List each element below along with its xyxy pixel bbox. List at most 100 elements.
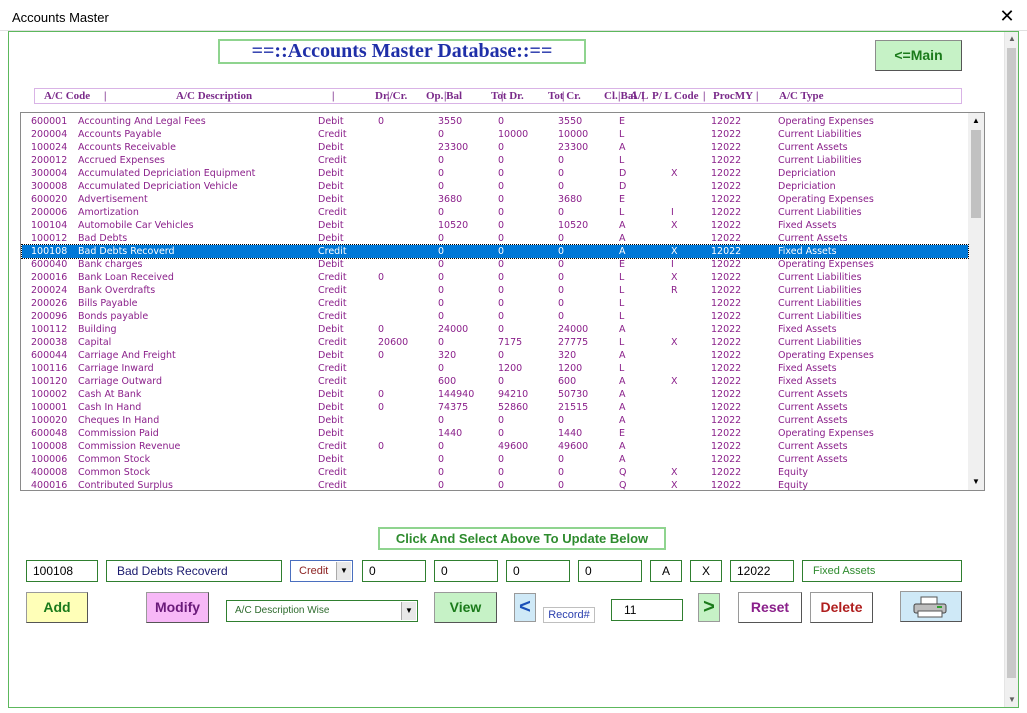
- pl-field[interactable]: X: [690, 560, 722, 582]
- table-row[interactable]: 400016 Contributed Surplus Credit 0 0 0 Q X 1202…: [22, 479, 968, 491]
- table-row[interactable]: 200038 Capital Credit 20600 0 7175 27775 L X 1202…: [22, 336, 968, 349]
- table-row[interactable]: 400008 Common Stock Credit 0 0 0 Q X 12022 Equity: [22, 466, 968, 479]
- list-scrollbar[interactable]: ▲ ▼: [968, 113, 984, 490]
- table-row[interactable]: 300004 Accumulated Depriciation Equipment…: [22, 167, 968, 180]
- column-header: A/C Description: [176, 90, 253, 102]
- row-tot-dr: 144940: [438, 389, 475, 400]
- table-row[interactable]: 100108 Bad Debts Recoverd Credit 0 0 0 A X 12022…: [21, 244, 969, 259]
- row-tot-cr: 0: [498, 376, 505, 387]
- table-row[interactable]: 600044 Carriage And Freight Debit 0 320 0 320 A…: [22, 349, 968, 362]
- row-description: Bad Debts: [78, 233, 128, 244]
- table-row[interactable]: 200026 Bills Payable Credit 0 0 0 L 12022 Curren…: [22, 297, 968, 310]
- row-tot-cr: 0: [498, 116, 505, 127]
- row-tot-dr: 74375: [438, 402, 469, 413]
- ac-type-field[interactable]: Fixed Assets: [802, 560, 962, 582]
- row-al: A: [619, 246, 626, 257]
- drcr-select[interactable]: Credit ▼: [290, 560, 353, 582]
- table-row[interactable]: 100001 Cash In Hand Debit 0 74375 52860 21515 A…: [22, 401, 968, 414]
- row-description: Accumulated Depriciation Vehicle: [78, 181, 238, 192]
- row-op-bal: 0: [378, 350, 385, 361]
- delete-button[interactable]: Delete: [810, 592, 873, 623]
- table-row[interactable]: 200096 Bonds payable Credit 0 0 0 L 12022 Curren…: [22, 310, 968, 323]
- table-row[interactable]: 100116 Carriage Inward Credit 0 1200 1200 L 120…: [22, 362, 968, 375]
- row-procmy: 12022: [711, 142, 742, 153]
- sort-select[interactable]: A/C Description Wise ▼: [226, 600, 418, 622]
- table-row[interactable]: 100104 Automobile Car Vehicles Debit 10520 0…: [22, 219, 968, 232]
- row-drcr: Debit: [318, 389, 344, 400]
- code-field[interactable]: 100108: [26, 560, 98, 582]
- row-cl-bal: 600: [558, 376, 577, 387]
- row-al: L: [619, 298, 625, 309]
- reset-button[interactable]: Reset: [738, 592, 802, 623]
- row-pl: X: [671, 480, 678, 491]
- column-separator: |: [756, 90, 759, 102]
- table-row[interactable]: 300008 Accumulated Depriciation Vehicle De…: [22, 180, 968, 193]
- add-button[interactable]: Add: [26, 592, 88, 623]
- column-separator: |: [501, 90, 504, 102]
- row-code: 400008: [31, 467, 68, 478]
- row-tot-cr: 0: [498, 350, 505, 361]
- view-button[interactable]: View: [434, 592, 497, 623]
- row-type: Current Liabilities: [778, 298, 862, 309]
- tot-cr-field[interactable]: 0: [506, 560, 570, 582]
- list-scroll-thumb[interactable]: [971, 130, 981, 218]
- table-row[interactable]: 200012 Accrued Expenses Credit 0 0 0 L 12022 Cur…: [22, 154, 968, 167]
- op-bal-field[interactable]: 0: [362, 560, 426, 582]
- row-procmy: 12022: [711, 285, 742, 296]
- scroll-down-icon[interactable]: ▼: [1005, 693, 1019, 707]
- row-al: L: [619, 311, 625, 322]
- table-row[interactable]: 100020 Cheques In Hand Debit 0 0 0 A 12022 Curre…: [22, 414, 968, 427]
- column-separator: |: [387, 90, 390, 102]
- table-row[interactable]: 100024 Accounts Receivable Debit 23300 0 2330…: [22, 141, 968, 154]
- table-row[interactable]: 200006 Amortization Credit 0 0 0 L I 12022 Curren…: [22, 206, 968, 219]
- print-button[interactable]: [900, 591, 962, 622]
- table-row[interactable]: 100002 Cash At Bank Debit 0 144940 94210 50730…: [22, 388, 968, 401]
- row-procmy: 12022: [711, 376, 742, 387]
- row-al: L: [619, 363, 625, 374]
- al-field[interactable]: A: [650, 560, 682, 582]
- row-cl-bal: 0: [558, 285, 565, 296]
- scroll-up-icon[interactable]: ▲: [968, 113, 984, 129]
- record-number-field[interactable]: 11: [611, 599, 683, 621]
- row-type: Current Assets: [778, 233, 848, 244]
- row-cl-bal: 0: [558, 207, 565, 218]
- table-row[interactable]: 200004 Accounts Payable Credit 0 10000 10000 L…: [22, 128, 968, 141]
- next-record-button[interactable]: >: [698, 593, 720, 622]
- row-tot-cr: 0: [498, 324, 505, 335]
- modify-button[interactable]: Modify: [146, 592, 209, 623]
- window-scrollbar[interactable]: ▲ ▼: [1004, 32, 1018, 707]
- row-code: 200096: [31, 311, 68, 322]
- cl-bal-field[interactable]: 0: [578, 560, 642, 582]
- row-description: Capital: [78, 337, 112, 348]
- prev-record-button[interactable]: <: [514, 593, 536, 622]
- row-drcr: Debit: [318, 350, 344, 361]
- table-row[interactable]: 600020 Advertisement Debit 3680 0 3680 E 12022 O…: [22, 193, 968, 206]
- table-row[interactable]: 100112 Building Debit 0 24000 0 24000 A 12022 Fix…: [22, 323, 968, 336]
- table-row[interactable]: 100008 Commission Revenue Credit 0 0 49600 496…: [22, 440, 968, 453]
- scroll-down-icon[interactable]: ▼: [968, 474, 984, 490]
- row-procmy: 12022: [711, 467, 742, 478]
- table-row[interactable]: 600040 Bank charges Debit 0 0 0 E I 12022 Operati…: [22, 258, 968, 271]
- chevron-down-icon[interactable]: ▼: [336, 562, 351, 580]
- table-row[interactable]: 600001 Accounting And Legal Fees Debit 0 355…: [22, 115, 968, 128]
- table-row[interactable]: 100012 Bad Debts Debit 0 0 0 A 12022 Current Ass…: [22, 232, 968, 245]
- row-code: 200016: [31, 272, 68, 283]
- row-al: D: [619, 181, 627, 192]
- table-row[interactable]: 100120 Carriage Outward Credit 600 0 600 A X 120…: [22, 375, 968, 388]
- table-row[interactable]: 200024 Bank Overdrafts Credit 0 0 0 L R 12022 Cur…: [22, 284, 968, 297]
- main-button[interactable]: <=Main: [875, 40, 962, 71]
- row-cl-bal: 23300: [558, 142, 589, 153]
- table-row[interactable]: 100006 Common Stock Debit 0 0 0 A 12022 Current …: [22, 453, 968, 466]
- window-scroll-thumb[interactable]: [1007, 48, 1016, 678]
- table-row[interactable]: 200016 Bank Loan Received Credit 0 0 0 0 L X 1202…: [22, 271, 968, 284]
- accounts-list[interactable]: ▲ ▼ 600001 Accounting And Legal Fees Debit…: [20, 112, 985, 491]
- row-description: Carriage And Freight: [78, 350, 176, 361]
- close-icon[interactable]: ✕: [997, 6, 1017, 26]
- table-row[interactable]: 600048 Commission Paid Debit 1440 0 1440 E 1202…: [22, 427, 968, 440]
- row-code: 300008: [31, 181, 68, 192]
- description-field[interactable]: Bad Debts Recoverd: [106, 560, 282, 582]
- tot-dr-field[interactable]: 0: [434, 560, 498, 582]
- procmy-field[interactable]: 12022: [730, 560, 794, 582]
- chevron-down-icon[interactable]: ▼: [401, 602, 416, 620]
- scroll-up-icon[interactable]: ▲: [1005, 32, 1019, 46]
